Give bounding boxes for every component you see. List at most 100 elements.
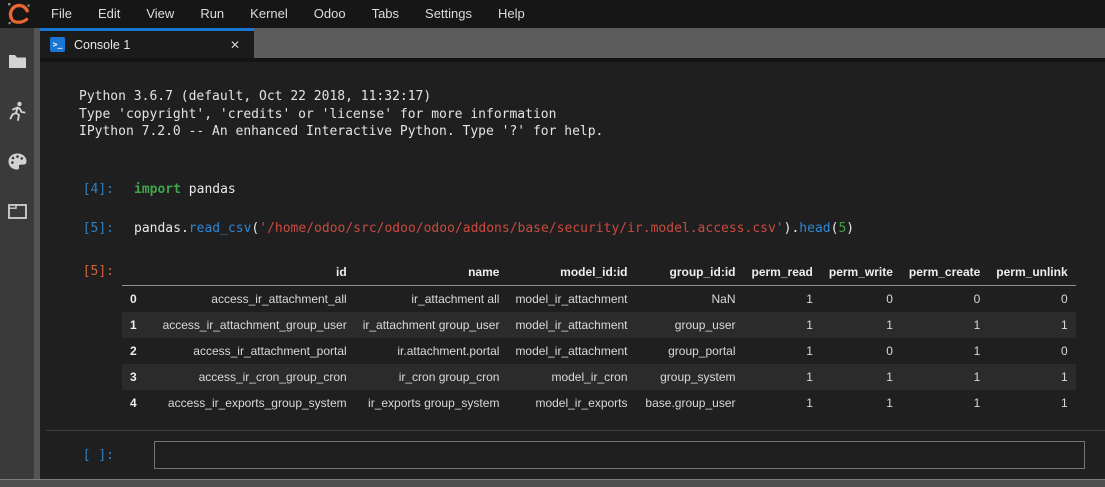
table-cell: 1 bbox=[744, 285, 821, 312]
menu-items: FileEditViewRunKernelOdooTabsSettingsHel… bbox=[38, 0, 538, 28]
table-cell: 0 bbox=[821, 338, 901, 364]
banner-line: IPython 7.2.0 -- An enhanced Interactive… bbox=[79, 123, 1105, 141]
row-index: 0 bbox=[122, 285, 145, 312]
column-header bbox=[122, 259, 145, 286]
table-cell: access_ir_attachment_group_user bbox=[145, 312, 355, 338]
banner-line: Type 'copyright', 'credits' or 'license'… bbox=[79, 106, 1105, 124]
column-header: name bbox=[355, 259, 508, 286]
code-line: pandas.read_csv('/home/odoo/src/odoo/odo… bbox=[134, 220, 854, 237]
tabs-icon[interactable] bbox=[0, 194, 34, 228]
row-index: 4 bbox=[122, 390, 145, 416]
column-header: group_id:id bbox=[636, 259, 744, 286]
column-header: model_id:id bbox=[507, 259, 635, 286]
code-line: import pandas bbox=[134, 181, 236, 198]
table-row: 1access_ir_attachment_group_userir_attac… bbox=[122, 312, 1076, 338]
output-area: [5]: idnamemodel_id:idgroup_id:idperm_re… bbox=[70, 259, 1105, 416]
odoo-sh-logo-icon bbox=[6, 1, 32, 27]
menu-settings[interactable]: Settings bbox=[412, 0, 485, 28]
menu-file[interactable]: File bbox=[38, 0, 85, 28]
table-cell: 1 bbox=[901, 338, 988, 364]
code-cell: [4]: import pandas bbox=[70, 181, 1105, 198]
bottom-statusbar bbox=[0, 479, 1105, 487]
table-cell: model_ir_attachment bbox=[507, 285, 635, 312]
menu-kernel[interactable]: Kernel bbox=[237, 0, 301, 28]
table-cell: 1 bbox=[821, 390, 901, 416]
code-input[interactable] bbox=[154, 441, 1085, 469]
code-cell: [5]: pandas.read_csv('/home/odoo/src/odoo… bbox=[70, 220, 1105, 237]
table-cell: model_ir_attachment bbox=[507, 338, 635, 364]
column-header: id bbox=[145, 259, 355, 286]
column-header: perm_unlink bbox=[988, 259, 1075, 286]
table-cell: ir_cron group_cron bbox=[355, 364, 508, 390]
table-cell: 0 bbox=[901, 285, 988, 312]
table-cell: access_ir_attachment_all bbox=[145, 285, 355, 312]
menu-bar: FileEditViewRunKernelOdooTabsSettingsHel… bbox=[0, 0, 1105, 28]
table-cell: ir_exports group_system bbox=[355, 390, 508, 416]
executed-cells: [4]: import pandas [5]: pandas.read_csv('/h… bbox=[70, 181, 1105, 237]
running-man-icon[interactable] bbox=[0, 94, 34, 128]
table-cell: 0 bbox=[988, 338, 1075, 364]
dataframe-table: idnamemodel_id:idgroup_id:idperm_readper… bbox=[122, 259, 1076, 416]
table-cell: 1 bbox=[744, 390, 821, 416]
table-cell: 0 bbox=[821, 285, 901, 312]
row-index: 2 bbox=[122, 338, 145, 364]
menu-view[interactable]: View bbox=[133, 0, 187, 28]
row-index: 3 bbox=[122, 364, 145, 390]
console-content[interactable]: Python 3.6.7 (default, Oct 22 2018, 11:3… bbox=[46, 62, 1105, 430]
palette-icon[interactable] bbox=[0, 144, 34, 178]
tab-bar: >_ Console 1 ✕ bbox=[40, 28, 1105, 58]
table-cell: 0 bbox=[988, 285, 1075, 312]
menu-help[interactable]: Help bbox=[485, 0, 538, 28]
ipython-banner: Python 3.6.7 (default, Oct 22 2018, 11:3… bbox=[79, 88, 1105, 141]
table-cell: 1 bbox=[744, 364, 821, 390]
console-panel: Python 3.6.7 (default, Oct 22 2018, 11:3… bbox=[46, 62, 1105, 479]
table-cell: access_ir_attachment_portal bbox=[145, 338, 355, 364]
folder-icon[interactable] bbox=[0, 44, 34, 78]
table-cell: 1 bbox=[821, 312, 901, 338]
table-row: 3access_ir_cron_group_cronir_cron group_… bbox=[122, 364, 1076, 390]
table-row: 4access_ir_exports_group_systemir_export… bbox=[122, 390, 1076, 416]
column-header: perm_write bbox=[821, 259, 901, 286]
input-prompt: [ ]: bbox=[70, 448, 114, 463]
output-prompt: [5]: bbox=[70, 259, 114, 279]
table-cell: base.group_user bbox=[636, 390, 744, 416]
table-cell: group_system bbox=[636, 364, 744, 390]
table-cell: model_ir_attachment bbox=[507, 312, 635, 338]
input-prompt: [5]: bbox=[70, 220, 114, 237]
table-cell: group_user bbox=[636, 312, 744, 338]
menu-odoo[interactable]: Odoo bbox=[301, 0, 359, 28]
table-cell: ir_attachment group_user bbox=[355, 312, 508, 338]
table-cell: 1 bbox=[988, 364, 1075, 390]
menu-edit[interactable]: Edit bbox=[85, 0, 133, 28]
table-cell: 1 bbox=[744, 338, 821, 364]
jupyterlab-window: FileEditViewRunKernelOdooTabsSettingsHel… bbox=[0, 0, 1105, 487]
menu-run[interactable]: Run bbox=[187, 0, 237, 28]
close-icon[interactable]: ✕ bbox=[226, 36, 244, 54]
row-index: 1 bbox=[122, 312, 145, 338]
table-cell: access_ir_exports_group_system bbox=[145, 390, 355, 416]
dataframe-header-row: idnamemodel_id:idgroup_id:idperm_readper… bbox=[122, 259, 1076, 286]
table-cell: 1 bbox=[744, 312, 821, 338]
left-sidebar bbox=[0, 28, 40, 479]
table-cell: model_ir_exports bbox=[507, 390, 635, 416]
table-cell: 1 bbox=[988, 390, 1075, 416]
table-cell: 1 bbox=[901, 312, 988, 338]
console-input-area: [ ]: bbox=[46, 430, 1105, 479]
table-cell: 1 bbox=[901, 390, 988, 416]
table-row: 2access_ir_attachment_portalir.attachmen… bbox=[122, 338, 1076, 364]
table-cell: ir.attachment.portal bbox=[355, 338, 508, 364]
table-cell: 1 bbox=[988, 312, 1075, 338]
table-cell: 1 bbox=[821, 364, 901, 390]
console-icon: >_ bbox=[50, 37, 65, 52]
table-cell: ir_attachment all bbox=[355, 285, 508, 312]
column-header: perm_read bbox=[744, 259, 821, 286]
menu-tabs[interactable]: Tabs bbox=[359, 0, 412, 28]
tab-label: Console 1 bbox=[74, 38, 130, 52]
odoo-sh-logo bbox=[0, 0, 38, 28]
column-header: perm_create bbox=[901, 259, 988, 286]
banner-line: Python 3.6.7 (default, Oct 22 2018, 11:3… bbox=[79, 88, 1105, 106]
tab-console-1[interactable]: >_ Console 1 ✕ bbox=[40, 28, 254, 58]
table-cell: access_ir_cron_group_cron bbox=[145, 364, 355, 390]
table-cell: group_portal bbox=[636, 338, 744, 364]
input-prompt: [4]: bbox=[70, 181, 114, 198]
